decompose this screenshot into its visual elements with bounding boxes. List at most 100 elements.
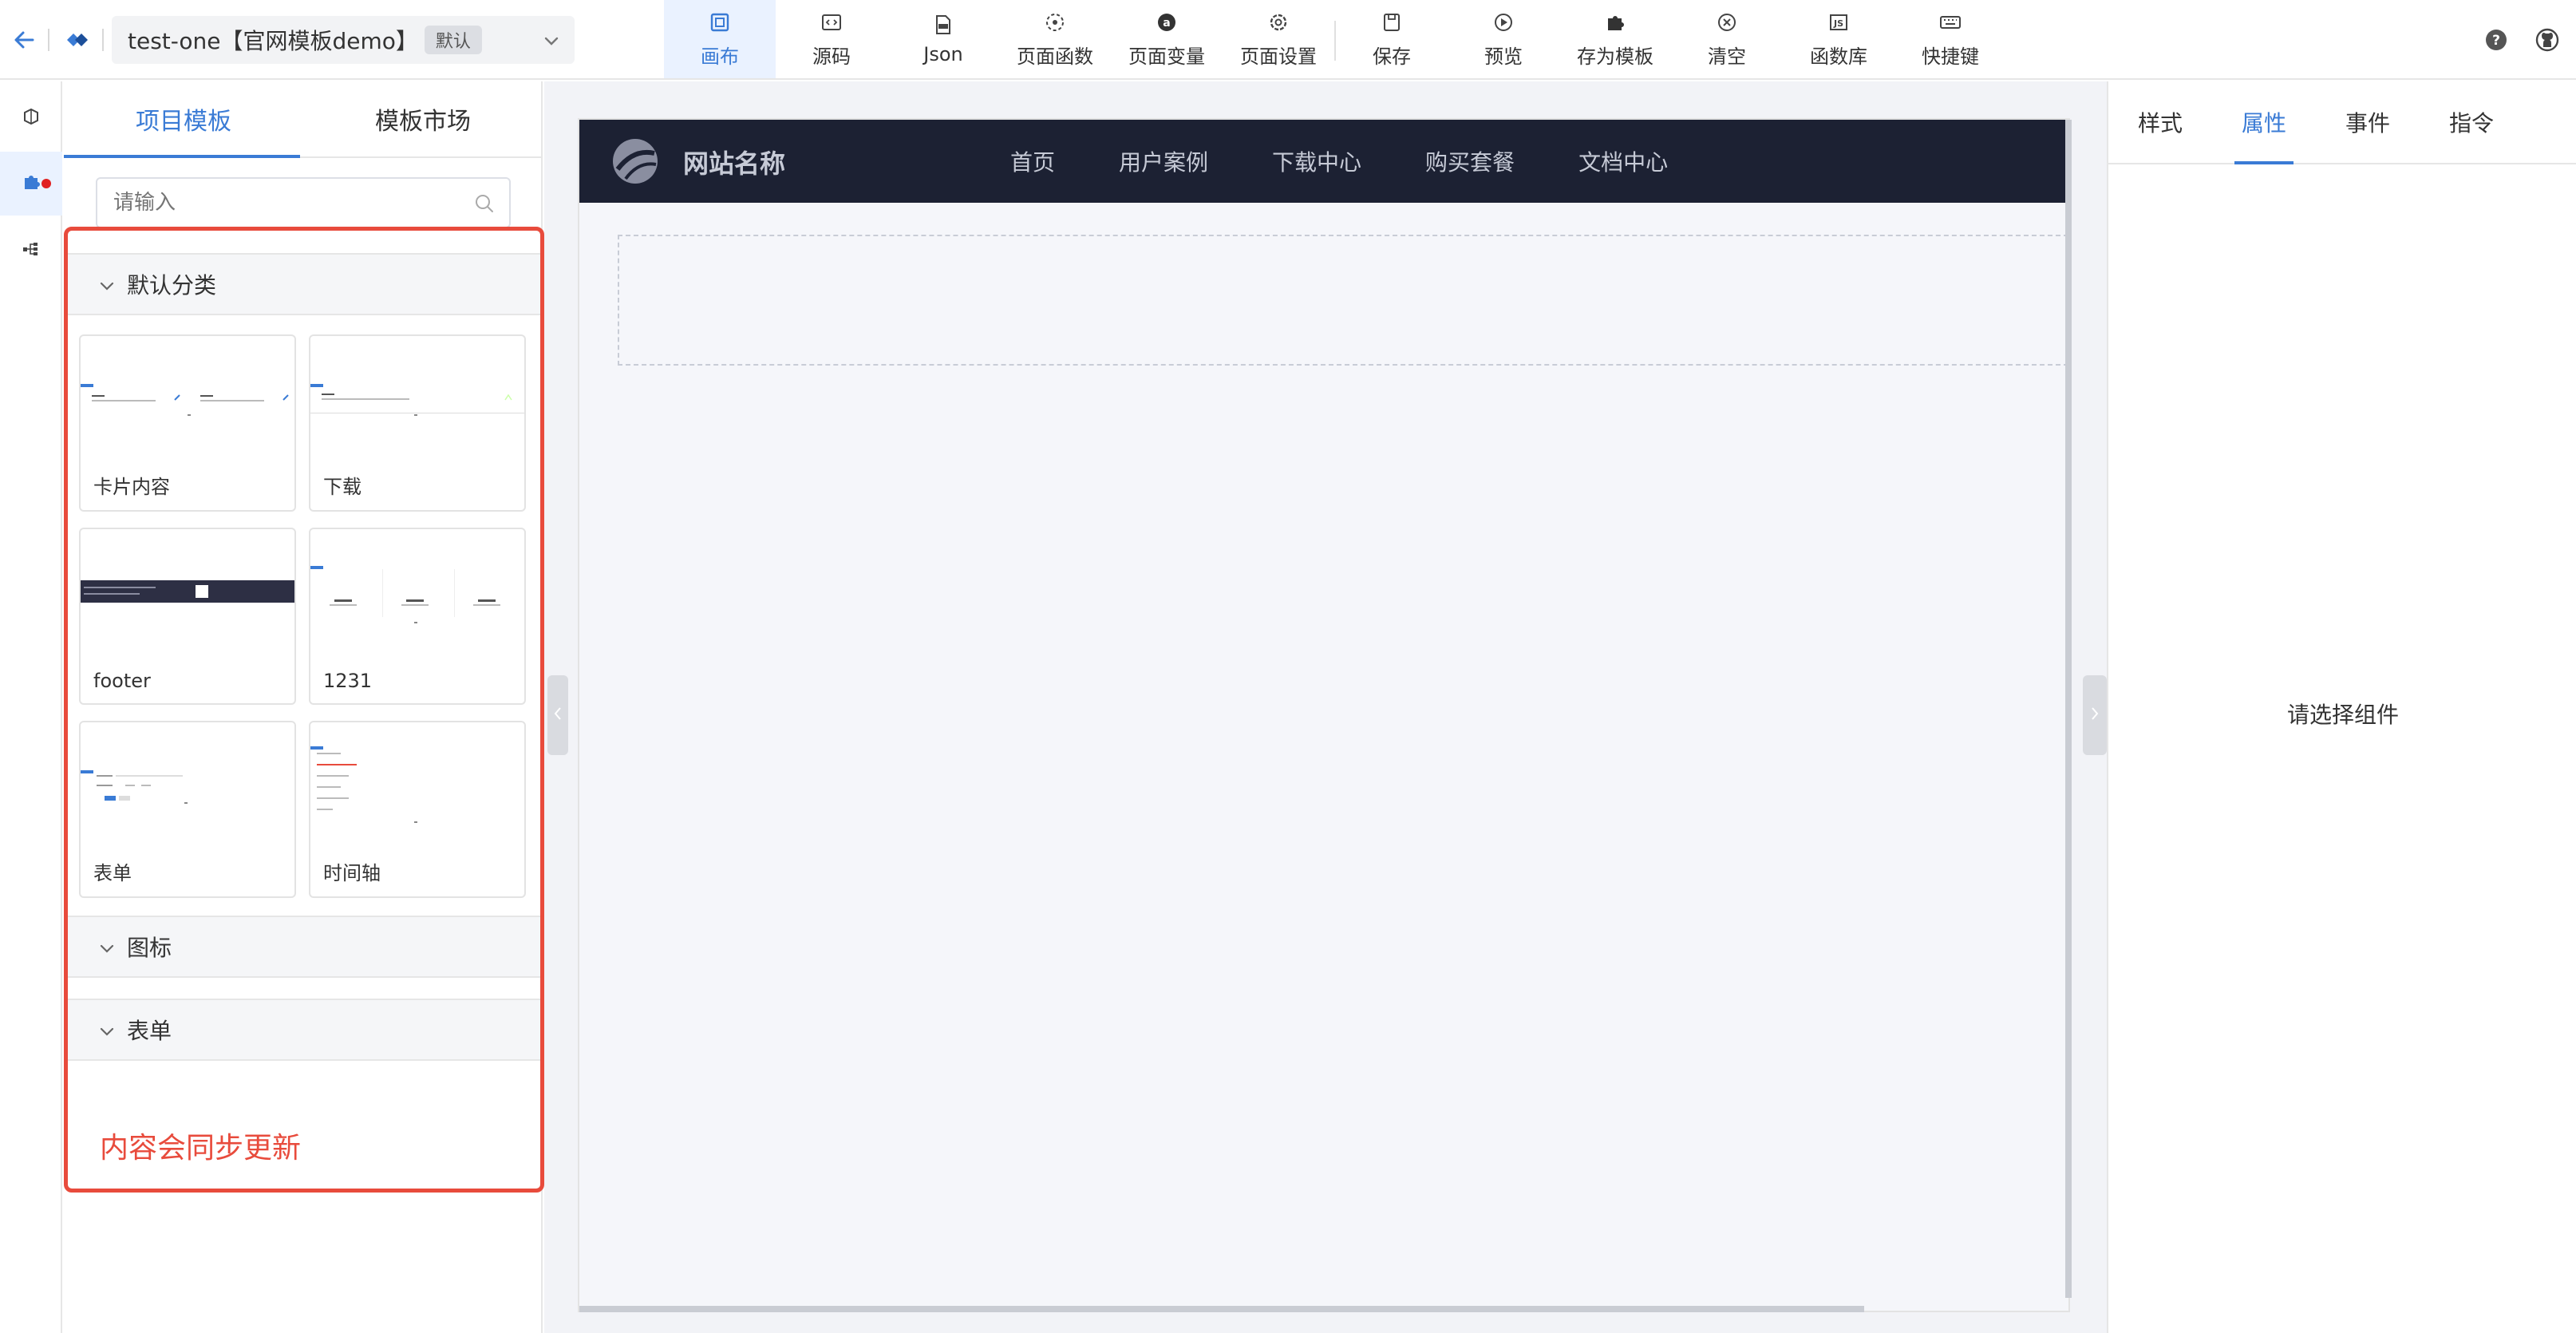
help-icon[interactable]: ? (2480, 24, 2512, 56)
structure-tab[interactable] (0, 219, 62, 283)
tool-label: Json (923, 43, 963, 65)
chevron-down-icon (97, 1021, 117, 1042)
tool-save-as-template-button[interactable]: 存为模板 (1559, 0, 1671, 78)
tool-label: 清空 (1708, 45, 1746, 68)
tool-page-settings-button[interactable]: 页面设置 (1223, 0, 1334, 78)
tool-label: 页面变量 (1128, 45, 1205, 68)
template-tabs: 项目模板 模板市场 (64, 81, 543, 158)
template-card-label: 卡片内容 (93, 476, 170, 498)
chevron-down-icon (541, 30, 562, 51)
chevron-left-icon (552, 706, 563, 725)
status-dot (41, 179, 51, 188)
toolbar-actions: 画布 源码 Json 页面函数 a 页面变量 页面设置 保存 预览 存为模板 清… (664, 0, 2006, 80)
tool-shortcuts-button[interactable]: 快捷键 (1894, 0, 2006, 78)
puzzle-icon (1603, 10, 1627, 34)
category-name: 默认分类 (127, 272, 217, 299)
svg-text:JS: JS (1833, 18, 1843, 29)
variable-icon: a (1155, 10, 1179, 34)
tool-save-button[interactable]: 保存 (1336, 0, 1448, 78)
tool-clear-button[interactable]: 清空 (1671, 0, 1783, 78)
tab-template-market[interactable]: 模板市场 (303, 81, 543, 156)
template-card-footer[interactable]: footer (79, 528, 296, 705)
template-thumbnail (81, 336, 294, 448)
puzzle-icon (22, 172, 41, 195)
project-select[interactable]: test-one【官网模板demo】 默认 (112, 16, 575, 64)
github-icon[interactable] (2531, 24, 2563, 56)
tool-label: 快捷键 (1922, 45, 1979, 68)
category-header-forms[interactable]: 表单 (68, 999, 540, 1061)
settings-icon (1266, 10, 1290, 34)
project-badge: 默认 (424, 26, 482, 54)
properties-tabs: 样式 属性 事件 指令 (2108, 81, 2576, 164)
json-file-icon (931, 13, 955, 37)
template-card-label: 下载 (323, 476, 362, 498)
tool-label: 页面函数 (1017, 45, 1093, 68)
category-header-default[interactable]: 默认分类 (68, 253, 540, 315)
category-header-icons[interactable]: 图标 (68, 916, 540, 978)
tab-directives[interactable]: 指令 (2420, 81, 2523, 163)
site-menu-item[interactable]: 首页 (1010, 145, 1055, 177)
vertical-scrollbar[interactable] (2065, 120, 2072, 1298)
source-code-icon (820, 10, 844, 34)
tab-attributes[interactable]: 属性 (2212, 81, 2316, 164)
canvas-icon (708, 10, 732, 34)
site-name: 网站名称 (683, 148, 786, 179)
empty-selection-message: 请选择组件 (2286, 702, 2399, 728)
tool-label: 保存 (1373, 45, 1411, 68)
template-thumbnail (310, 722, 524, 834)
clear-icon (1715, 10, 1739, 34)
tab-style[interactable]: 样式 (2108, 81, 2212, 163)
template-card-timeline[interactable]: 时间轴 (309, 721, 526, 898)
template-card-download[interactable]: 下载 (309, 334, 526, 512)
site-menu-item[interactable]: 文档中心 (1578, 145, 1668, 177)
chevron-down-icon (97, 275, 117, 296)
tool-source-button[interactable]: 源码 (776, 0, 887, 78)
properties-panel: 样式 属性 事件 指令 请选择组件 (2107, 81, 2576, 1333)
tree-structure-icon (22, 239, 41, 262)
category-name: 图标 (127, 935, 172, 961)
tool-label: 画布 (701, 45, 739, 68)
tool-page-variables-button[interactable]: a 页面变量 (1111, 0, 1223, 78)
tool-label: 页面设置 (1240, 45, 1317, 68)
page-preview: 网站名称 首页 用户案例 下载中心 购买套餐 文档中心 (578, 118, 2072, 1312)
template-card-label: 1231 (323, 670, 373, 692)
horizontal-scrollbar[interactable] (579, 1306, 1864, 1312)
tab-events[interactable]: 事件 (2316, 81, 2420, 163)
site-menu-item[interactable]: 用户案例 (1119, 145, 1208, 177)
play-icon (1491, 10, 1515, 34)
template-thumbnail (81, 529, 294, 641)
tool-preview-button[interactable]: 预览 (1448, 0, 1559, 78)
site-menu-item[interactable]: 购买套餐 (1425, 145, 1515, 177)
tool-page-functions-button[interactable]: 页面函数 (999, 0, 1111, 78)
search-input[interactable] (113, 191, 464, 215)
site-navbar[interactable]: 网站名称 首页 用户案例 下载中心 购买套餐 文档中心 (579, 120, 2068, 203)
tool-json-button[interactable]: Json (887, 0, 999, 78)
project-name: test-one【官网模板demo】 (128, 28, 418, 54)
tool-label: 预览 (1484, 45, 1523, 68)
template-card-label: 表单 (93, 862, 132, 884)
app-logo-icon (61, 24, 93, 56)
collapse-left-panel-handle[interactable] (547, 675, 568, 755)
function-icon (1043, 10, 1067, 34)
templates-tab[interactable] (0, 152, 62, 216)
template-search (96, 177, 511, 228)
collapse-right-panel-handle[interactable] (2083, 675, 2107, 755)
top-toolbar: test-one【官网模板demo】 默认 画布 源码 Json 页面函数 a … (0, 0, 2576, 80)
template-card-form[interactable]: 表单 (79, 721, 296, 898)
search-icon[interactable] (472, 192, 496, 216)
drop-zone[interactable] (618, 235, 2068, 366)
toolbar-divider (102, 29, 104, 51)
site-logo-icon (611, 137, 659, 185)
cube-icon (22, 107, 41, 129)
tool-function-library-button[interactable]: JS 函数库 (1783, 0, 1894, 78)
back-arrow-icon[interactable] (8, 24, 40, 56)
site-menu-item[interactable]: 下载中心 (1272, 145, 1361, 177)
template-card-card-content[interactable]: 卡片内容 (79, 334, 296, 512)
template-card-1231[interactable]: 1231 (309, 528, 526, 705)
tool-canvas-button[interactable]: 画布 (664, 0, 776, 78)
sync-note: 内容会同步更新 (100, 1132, 302, 1165)
tab-project-templates[interactable]: 项目模板 (64, 81, 303, 158)
components-tab[interactable] (0, 86, 62, 150)
left-icon-strip (0, 81, 62, 1333)
chevron-right-icon (2089, 706, 2100, 725)
